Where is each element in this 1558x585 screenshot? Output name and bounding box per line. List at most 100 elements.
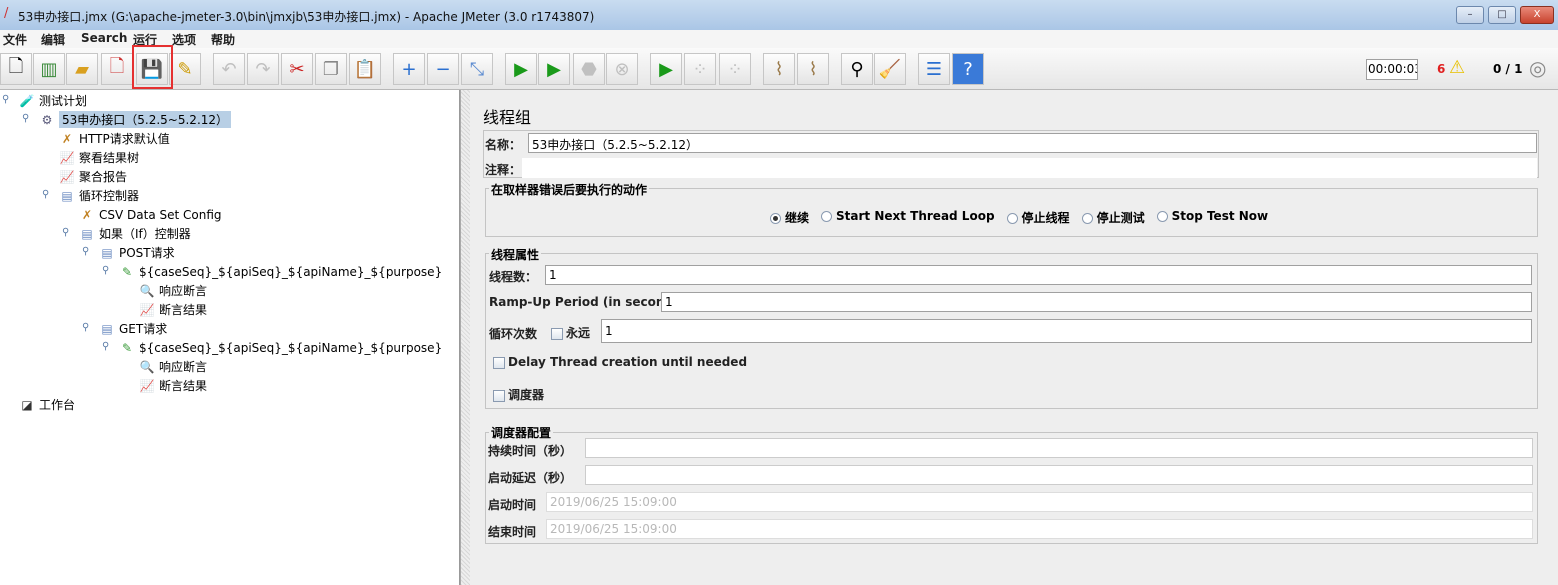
radio-stop-test-now[interactable]: Stop Test Now: [1156, 209, 1268, 226]
tree-toggle-icon[interactable]: ⚲: [2, 94, 9, 105]
tree-toggle-icon[interactable]: ⚲: [102, 265, 109, 276]
expand-all-button[interactable]: +: [393, 53, 425, 85]
tree-node-label: HTTP请求默认值: [79, 132, 170, 146]
title-bar: / 53申办接口.jmx (G:\apache-jmeter-3.0\bin\j…: [0, 0, 1558, 30]
tree-node[interactable]: 📈 聚合报告: [0, 167, 460, 186]
tree-node[interactable]: ✗ CSV Data Set Config: [0, 205, 460, 224]
binoculars-icon: ⚲: [850, 58, 864, 80]
tree-node[interactable]: ⚲ ⚙ 53申办接口（5.2.5~5.2.12）: [0, 110, 460, 129]
tree-toggle-icon[interactable]: ⚲: [42, 189, 49, 200]
clear-button[interactable]: ⌇: [763, 53, 795, 85]
thread-group-panel: 线程组 名称： 53申办接口（5.2.5~5.2.12） 注释： 在取样器错误后…: [471, 90, 1558, 585]
tree-node[interactable]: ⚲ ▤ GET请求: [0, 319, 460, 338]
tree-toggle-icon[interactable]: ⚲: [82, 246, 89, 257]
menu-options[interactable]: 选项: [172, 31, 196, 48]
radio-continue[interactable]: 继续: [770, 209, 809, 226]
tree-node[interactable]: ⚲ ✎ ${caseSeq}_${apiSeq}_${apiName}_${purp…: [0, 262, 460, 281]
open-button[interactable]: ▰: [66, 53, 98, 85]
help-button[interactable]: ?: [952, 53, 984, 85]
tree-node[interactable]: ⚲ ✎ ${caseSeq}_${apiSeq}_${apiName}_${purp…: [0, 338, 460, 357]
new-file-icon: 🗋: [8, 56, 24, 77]
radio-stop-thread[interactable]: 停止线程: [1006, 209, 1070, 226]
copy-button[interactable]: ❐: [315, 53, 347, 85]
rampup-input[interactable]: 1: [661, 292, 1532, 312]
reset-search-button[interactable]: 🧹: [874, 53, 906, 85]
remote-start-button[interactable]: ▶: [650, 53, 682, 85]
search-button[interactable]: ⚲: [841, 53, 873, 85]
tree-node[interactable]: 🔍 响应断言: [0, 357, 460, 376]
close-button[interactable]: X: [1520, 6, 1554, 24]
collapse-all-button[interactable]: −: [427, 53, 459, 85]
menu-edit[interactable]: 编辑: [41, 31, 65, 48]
maximize-button[interactable]: □: [1488, 6, 1516, 24]
toggle-button[interactable]: ⤡: [461, 53, 493, 85]
redo-button[interactable]: ↷: [247, 53, 279, 85]
cut-button[interactable]: ✂: [281, 53, 313, 85]
tree-node[interactable]: 📈 断言结果: [0, 376, 460, 395]
tree-node-label: 断言结果: [159, 379, 208, 393]
menu-help[interactable]: 帮助: [211, 31, 235, 48]
tree-node[interactable]: ✗ HTTP请求默认值: [0, 129, 460, 148]
menu-file[interactable]: 文件: [3, 31, 27, 48]
tree-toggle-icon[interactable]: ⚲: [22, 113, 29, 124]
undo-button[interactable]: ↶: [213, 53, 245, 85]
plus-icon: +: [401, 58, 417, 80]
scheduler-checkbox[interactable]: 调度器: [493, 386, 544, 403]
checkbox[interactable]: [551, 327, 563, 340]
tree-node[interactable]: ⚲ ▤ 如果（If）控制器: [0, 224, 460, 243]
new-button[interactable]: 🗋: [0, 53, 32, 85]
assertion-icon: 🔍: [139, 359, 155, 374]
loop-count-input[interactable]: 1: [601, 319, 1532, 343]
tree-toggle-icon[interactable]: ⚲: [102, 341, 109, 352]
radio-start-next-loop[interactable]: Start Next Thread Loop: [821, 209, 995, 226]
startup-delay-input[interactable]: [585, 465, 1533, 485]
warning-icon[interactable]: ⚠: [1449, 57, 1465, 78]
name-input[interactable]: 53申办接口（5.2.5~5.2.12）: [528, 133, 1537, 153]
templates-button[interactable]: ▥: [33, 53, 65, 85]
start-no-pauses-button[interactable]: ▶: [538, 53, 570, 85]
close-file-button[interactable]: 🗋: [101, 53, 133, 85]
radio-button[interactable]: [1081, 213, 1093, 224]
clear-all-button[interactable]: ⌇: [797, 53, 829, 85]
radio-button[interactable]: [821, 211, 833, 222]
scheduler-config-title: 调度器配置: [489, 424, 554, 441]
forever-checkbox[interactable]: 永远: [551, 324, 590, 341]
remote-exit-button[interactable]: ⁘: [719, 53, 751, 85]
checkbox[interactable]: [493, 356, 505, 369]
start-button[interactable]: ▶: [505, 53, 537, 85]
menu-search[interactable]: Search: [81, 31, 127, 45]
comment-input[interactable]: [522, 158, 1537, 178]
remote-stop-button[interactable]: ⁘: [684, 53, 716, 85]
paste-button[interactable]: 📋: [349, 53, 381, 85]
listener-icon: 📈: [59, 150, 75, 165]
tree-toggle-icon[interactable]: ⚲: [62, 227, 69, 238]
error-count: 6: [1437, 62, 1446, 76]
tree-node[interactable]: ⚲ ▤ POST请求: [0, 243, 460, 262]
radio-button[interactable]: [1006, 213, 1018, 224]
tree-node-label: CSV Data Set Config: [99, 207, 222, 222]
checkbox[interactable]: [493, 389, 505, 402]
radio-stop-test[interactable]: 停止测试: [1081, 209, 1145, 226]
split-pane-divider[interactable]: [460, 90, 470, 585]
radio-button[interactable]: [1156, 211, 1168, 222]
tree-node[interactable]: 🔍 响应断言: [0, 281, 460, 300]
broom-clear-all-icon: ⌇: [808, 58, 818, 80]
tree-node[interactable]: ⚲ ▤ 循环控制器: [0, 186, 460, 205]
tree-node-label: ${caseSeq}_${apiSeq}_${apiName}_${purpos…: [139, 340, 443, 355]
stop-button[interactable]: ⬣: [573, 53, 605, 85]
save-as-button[interactable]: ✎: [169, 53, 201, 85]
end-time-input[interactable]: 2019/06/25 15:09:00: [546, 519, 1533, 539]
duration-input[interactable]: [585, 438, 1533, 458]
tree-toggle-icon[interactable]: ⚲: [82, 322, 89, 333]
minimize-button[interactable]: –: [1456, 6, 1484, 24]
tree-node[interactable]: ◪ 工作台: [0, 395, 460, 414]
start-time-input[interactable]: 2019/06/25 15:09:00: [546, 492, 1533, 512]
radio-button[interactable]: [770, 213, 781, 224]
tree-node[interactable]: ⚲ 🧪 测试计划: [0, 91, 460, 110]
tree-node[interactable]: 📈 断言结果: [0, 300, 460, 319]
threads-input[interactable]: 1: [545, 265, 1532, 285]
function-helper-button[interactable]: ☰: [918, 53, 950, 85]
shutdown-button[interactable]: ⊗: [606, 53, 638, 85]
delay-thread-checkbox[interactable]: Delay Thread creation until needed: [493, 355, 747, 369]
tree-node[interactable]: 📈 察看结果树: [0, 148, 460, 167]
